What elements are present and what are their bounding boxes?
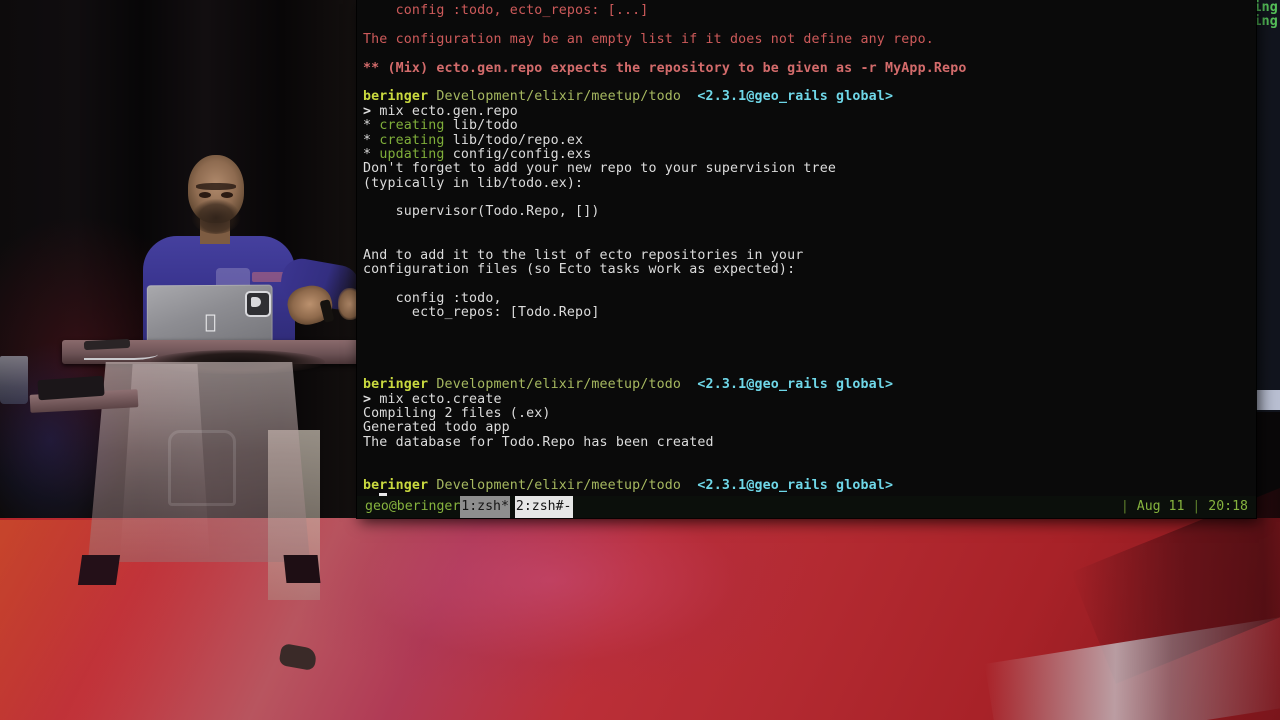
terminal-line: * updating config/config.exs [363, 146, 1250, 162]
terminal-line: beringer Development/elixir/meetup/todo … [363, 90, 1250, 104]
terminal-text-span: config :todo, ecto_repos: [...] [363, 3, 649, 18]
terminal-text-span: <2.3.1@geo_rails global> [697, 377, 894, 393]
terminal-text-span: Don't forget to add your new repo to you… [363, 161, 837, 177]
tmux-window-1[interactable]: 1:zsh* [460, 496, 510, 518]
terminal-text-span: Development/elixir/meetup/todo [436, 377, 682, 393]
terminal-line: configuration files (so Ecto tasks work … [363, 262, 1250, 278]
terminal-line: The configuration may be an empty list i… [363, 31, 1250, 47]
terminal-text-span: lib/todo [444, 118, 518, 134]
podium-left-foot [77, 555, 121, 585]
terminal-text-span: ** (Mix) ecto.gen.repo expects the repos… [363, 60, 967, 76]
tmux-date: Aug 11 [1136, 499, 1185, 514]
terminal-line: Don't forget to add your new repo to you… [363, 162, 1250, 176]
speaker-beard [191, 198, 241, 234]
terminal-text-span: mix ecto.gen.repo [379, 103, 518, 119]
terminal-text-span: config :todo, [363, 290, 502, 306]
podium-right-foot [283, 555, 321, 583]
terminal-line: * creating lib/todo/repo.ex [363, 132, 1250, 148]
water-glass [0, 356, 28, 404]
terminal-text-span: ecto_repos: [Todo.Repo] [363, 305, 600, 321]
tmux-status-bar[interactable]: geo@beringer 1:zsh* 2:zsh#- | Aug 11 | 2… [357, 496, 1256, 518]
terminal-text-span: And to add it to the list of ecto reposi… [363, 247, 804, 263]
terminal-text-span: * [363, 118, 380, 134]
terminal-line: (typically in lib/todo.ex): [363, 175, 1250, 191]
terminal-text-span: beringer [363, 377, 429, 393]
terminal-text-span: supervisor(Todo.Repo, []) [363, 204, 600, 220]
terminal-window[interactable]: config :todo, ecto_repos: [...] The conf… [357, 0, 1256, 518]
terminal-text-span: Development/elixir/meetup/todo [436, 89, 682, 105]
terminal-line: * creating lib/todo [363, 118, 1250, 134]
terminal-text-span: <2.3.1@geo_rails global> [697, 477, 894, 493]
apple-logo-icon:  [202, 313, 219, 332]
terminal-text-span: creating [379, 132, 445, 148]
terminal-line: > mix ecto.create [363, 391, 1250, 407]
terminal-text-span: mix ecto.create [379, 391, 502, 407]
terminal-text-span: config/config.exs [444, 146, 592, 162]
terminal-line: supervisor(Todo.Repo, []) [363, 205, 1250, 219]
tmux-hostname: geo@beringer [365, 499, 461, 514]
terminal-text-span: beringer [363, 89, 429, 105]
terminal-text-span: Development/elixir/meetup/todo [436, 477, 682, 493]
terminal-scrollback: config :todo, ecto_repos: [...] The conf… [363, 3, 1250, 493]
terminal-line: Compiling 2 files (.ex) [363, 405, 1250, 421]
terminal-line: Generated todo app [363, 421, 1250, 435]
terminal-line: > mix ecto.gen.repo [363, 103, 1250, 119]
terminal-text-span: Compiling 2 files (.ex) [363, 405, 551, 421]
terminal-line: beringer Development/elixir/meetup/todo … [363, 377, 1250, 393]
terminal-text-span: > [363, 391, 380, 407]
laptop-sticker-glyph-icon [251, 297, 261, 307]
terminal-line: And to add it to the list of ecto reposi… [363, 247, 1250, 263]
terminal-text-span: * [363, 146, 380, 162]
speaker-brow [196, 183, 236, 190]
terminal-text-span: The configuration may be an empty list i… [363, 31, 934, 47]
terminal-line: beringer Development/elixir/meetup/todo … [363, 477, 1250, 493]
terminal-text-span: (typically in lib/todo.ex): [363, 175, 584, 191]
terminal-line: The database for Todo.Repo has been crea… [363, 434, 1250, 450]
stage-floor-magenta-light [220, 520, 920, 720]
terminal-text-span: * [363, 132, 380, 148]
podium-logo [168, 430, 236, 506]
terminal-output[interactable]: config :todo, ecto_repos: [...] The conf… [357, 0, 1256, 496]
terminal-text-span: lib/todo/repo.ex [444, 132, 584, 148]
terminal-line: ecto_repos: [Todo.Repo] [363, 306, 1250, 320]
terminal-text-span: <2.3.1@geo_rails global> [697, 89, 894, 105]
tmux-window-2[interactable]: 2:zsh#- [514, 496, 573, 518]
terminal-text-span: creating [379, 118, 445, 134]
terminal-text-span [681, 478, 697, 493]
terminal-text-span [681, 89, 697, 104]
tmux-status-right: | Aug 11 | 20:18 [1121, 496, 1248, 518]
terminal-line: ** (Mix) ecto.gen.repo expects the repos… [363, 60, 1250, 76]
terminal-text-span: Generated todo app [363, 420, 510, 436]
terminal-text-span: beringer [363, 477, 429, 493]
terminal-text-span: configuration files (so Ecto tasks work … [363, 262, 796, 278]
terminal-text-span: > [363, 103, 380, 119]
tmux-clock: 20:18 [1208, 499, 1248, 514]
terminal-line: config :todo, ecto_repos: [...] [363, 3, 1250, 18]
terminal-line: config :todo, [363, 290, 1250, 306]
screenshot-root:  * creating lib* creating lib.contt toi… [0, 0, 1280, 720]
terminal-text-span: updating [379, 146, 445, 162]
terminal-text-span [681, 377, 697, 392]
terminal-text-span: The database for Todo.Repo has been crea… [363, 434, 714, 450]
tmux-separator-1: | [1120, 499, 1129, 514]
